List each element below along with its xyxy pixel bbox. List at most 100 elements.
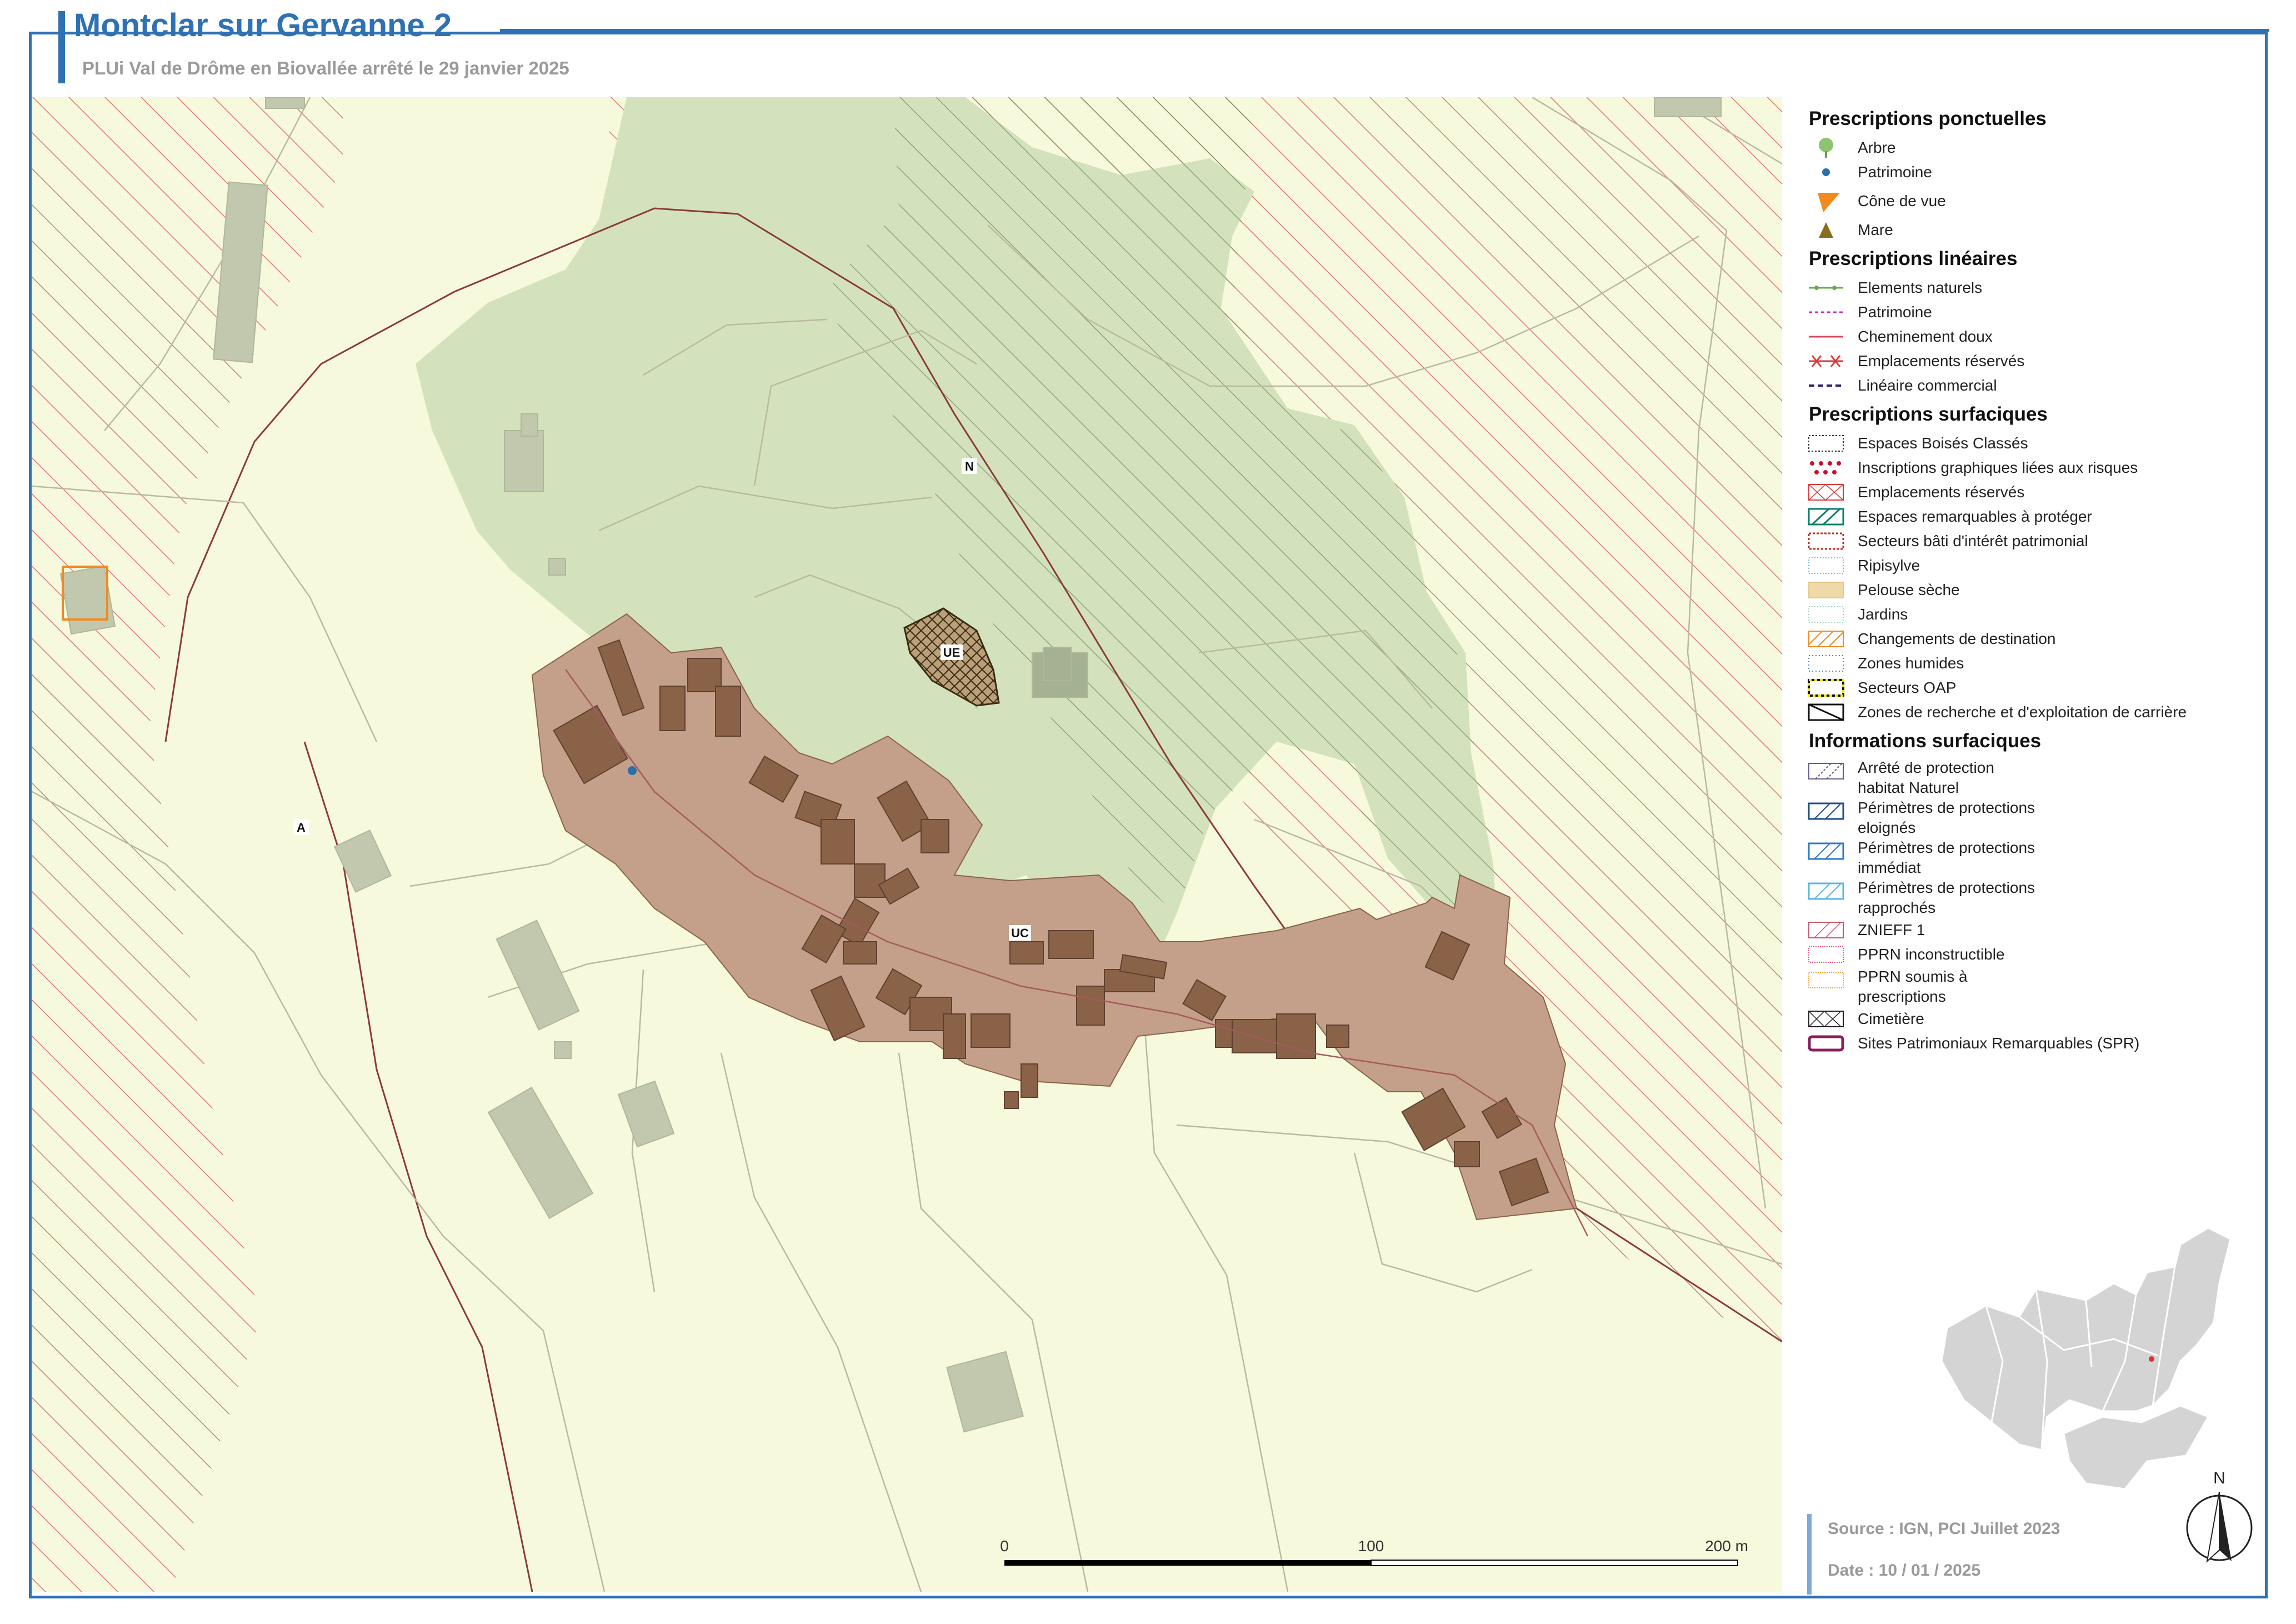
tree-icon [1819, 138, 1833, 158]
legend-label: Cimetière [1858, 1010, 1924, 1027]
legend-item: Linéaire commercial [1800, 373, 2255, 398]
legend-item: Espaces remarquables à protéger [1800, 504, 2255, 529]
zone-label-n: N [965, 459, 974, 473]
legend-item: Jardins [1800, 602, 2255, 627]
legend-item: Sites Patrimoniaux Remarquables (SPR) [1800, 1031, 2255, 1056]
mare-triangle-icon [1819, 222, 1833, 238]
legend-item: Elements naturels [1800, 276, 2255, 300]
spr-icon [1808, 1035, 1844, 1052]
legend-label: Espaces remarquables à protéger [1858, 508, 2092, 525]
legend-item: Secteurs OAP [1800, 676, 2255, 700]
legend-item: ZNIEFF 1 [1800, 918, 2255, 942]
legend-label: Changements de destination [1858, 630, 2056, 647]
green-dotted-line-icon [1809, 286, 1843, 290]
legend-item: Secteurs bâti d'intérêt patrimonial [1800, 529, 2255, 553]
legend-label: Secteurs OAP [1858, 679, 1957, 696]
legend-label: Zones humides [1858, 654, 1964, 672]
legend-item: Emplacements réservés [1800, 480, 2255, 504]
legend-label: Zones de recherche et d'exploitation de … [1858, 703, 2187, 721]
legend-item: Cheminement doux [1800, 324, 2255, 349]
legend-label: Périmètres de protections rapprochés [1858, 879, 2035, 916]
legend-item: Zones humides [1800, 651, 2255, 676]
legend-item: Espaces Boisés Classés [1800, 431, 2255, 456]
legend-item: Cône de vue [1800, 184, 2255, 218]
wetland-icon [1808, 655, 1844, 672]
source-text: Source : IGN, PCI Juillet 2023 [1828, 1520, 2060, 1538]
legend-item: Mare [1800, 218, 2255, 242]
map-canvas[interactable]: N UE UC A 0 100 200 m [32, 97, 1782, 1592]
source-accent-bar [1807, 1514, 1812, 1595]
date-text: Date : 10 / 01 / 2025 [1828, 1561, 1981, 1580]
legend: Prescriptions ponctuelles Arbre Patrimoi… [1800, 106, 2255, 1056]
legend-label: Arbre [1858, 139, 1896, 156]
destination-change-icon [1808, 631, 1844, 647]
legend-label: Périmètres de protections eloignés [1858, 799, 2035, 836]
legend-label: ZNIEFF 1 [1858, 921, 1925, 938]
legend-label: Elements naturels [1858, 279, 1983, 296]
garden-icon [1808, 606, 1844, 623]
legend-label: Pelouse sèche [1858, 581, 1960, 598]
scale-label-100: 100 [1358, 1537, 1384, 1555]
remarkable-space-icon [1808, 508, 1844, 526]
legend-item: Arrêté de protection habitat Naturel [1800, 758, 2255, 798]
legend-label: PPRN inconstructible [1858, 946, 2005, 963]
legend-label: Ripisylve [1858, 557, 1920, 574]
far-perimeter-icon [1808, 802, 1844, 820]
ripisylve-icon [1808, 557, 1844, 574]
legend-label: Secteurs bâti d'intérêt patrimonial [1858, 532, 2088, 549]
dry-grass-icon [1808, 582, 1844, 598]
risk-dots-icon [1810, 461, 1841, 474]
legend-label: Jardins [1858, 606, 1908, 623]
legend-item: Emplacements réservés [1800, 349, 2255, 373]
heritage-sector-icon [1808, 532, 1844, 550]
legend-label: Emplacements réservés [1858, 483, 2025, 501]
navy-dashed-line-icon [1809, 384, 1843, 387]
legend-item: Patrimoine [1800, 300, 2255, 324]
legend-item: Zones de recherche et d'exploitation de … [1800, 700, 2255, 724]
legend-label: Patrimoine [1858, 163, 1932, 181]
legend-label: Patrimoine [1858, 303, 1932, 321]
legend-label: Sites Patrimoniaux Remarquables (SPR) [1858, 1035, 2140, 1052]
legend-label: PPRN soumis à prescriptions [1858, 968, 1968, 1005]
patrimoine-dot-icon [1822, 168, 1830, 176]
close-perimeter-icon [1808, 882, 1844, 900]
legend-label: Espaces Boisés Classés [1858, 434, 2028, 452]
legend-label: Cheminement doux [1858, 328, 1993, 345]
cemetery-icon [1808, 1011, 1844, 1027]
legend-section-title: Prescriptions surfaciques [1809, 403, 2048, 425]
legend-section-title: Informations surfaciques [1809, 730, 2042, 752]
legend-item: Ripisylve [1800, 553, 2255, 578]
legend-item: Pelouse sèche [1800, 578, 2255, 602]
ebc-icon [1808, 435, 1844, 452]
legend-item: Cimetière [1800, 1007, 2255, 1031]
legend-label: Inscriptions graphiques liées aux risque… [1858, 459, 2138, 476]
patrimoine-point[interactable] [628, 766, 637, 775]
north-label: N [2213, 1469, 2225, 1487]
legend-label: Arrêté de protection habitat Naturel [1858, 759, 1994, 796]
apb-icon [1808, 763, 1844, 779]
view-cone-icon [1818, 193, 1840, 212]
legend-item: Inscriptions graphiques liées aux risque… [1800, 456, 2255, 480]
oap-icon [1808, 679, 1844, 697]
legend-item: Arbre [1800, 136, 2255, 160]
legend-item: Patrimoine [1800, 160, 2255, 184]
zone-label-uc: UC [1011, 926, 1029, 940]
magenta-dashed-line-icon [1809, 311, 1843, 313]
locator-dot [2149, 1356, 2154, 1362]
legend-label: Linéaire commercial [1858, 377, 1997, 394]
reserved-area-icon [1808, 484, 1844, 501]
znieff-icon [1808, 922, 1844, 938]
legend-label: Mare [1858, 221, 1893, 238]
legend-item: Périmètres de protections immédiat [1800, 838, 2255, 878]
zone-label-a: A [297, 821, 306, 835]
legend-label: Cône de vue [1858, 192, 1946, 209]
legend-section-title: Prescriptions ponctuelles [1809, 108, 2047, 129]
zone-label-ue: UE [943, 646, 961, 659]
legend-item: PPRN soumis à prescriptions [1800, 967, 2255, 1007]
scale-label-0: 0 [1000, 1537, 1009, 1555]
immediate-perimeter-icon [1808, 842, 1844, 860]
quarry-icon [1808, 703, 1844, 721]
legend-label: Emplacements réservés [1858, 352, 2025, 369]
legend-item: Périmètres de protections eloignés [1800, 798, 2255, 838]
red-line-icon [1809, 336, 1843, 338]
